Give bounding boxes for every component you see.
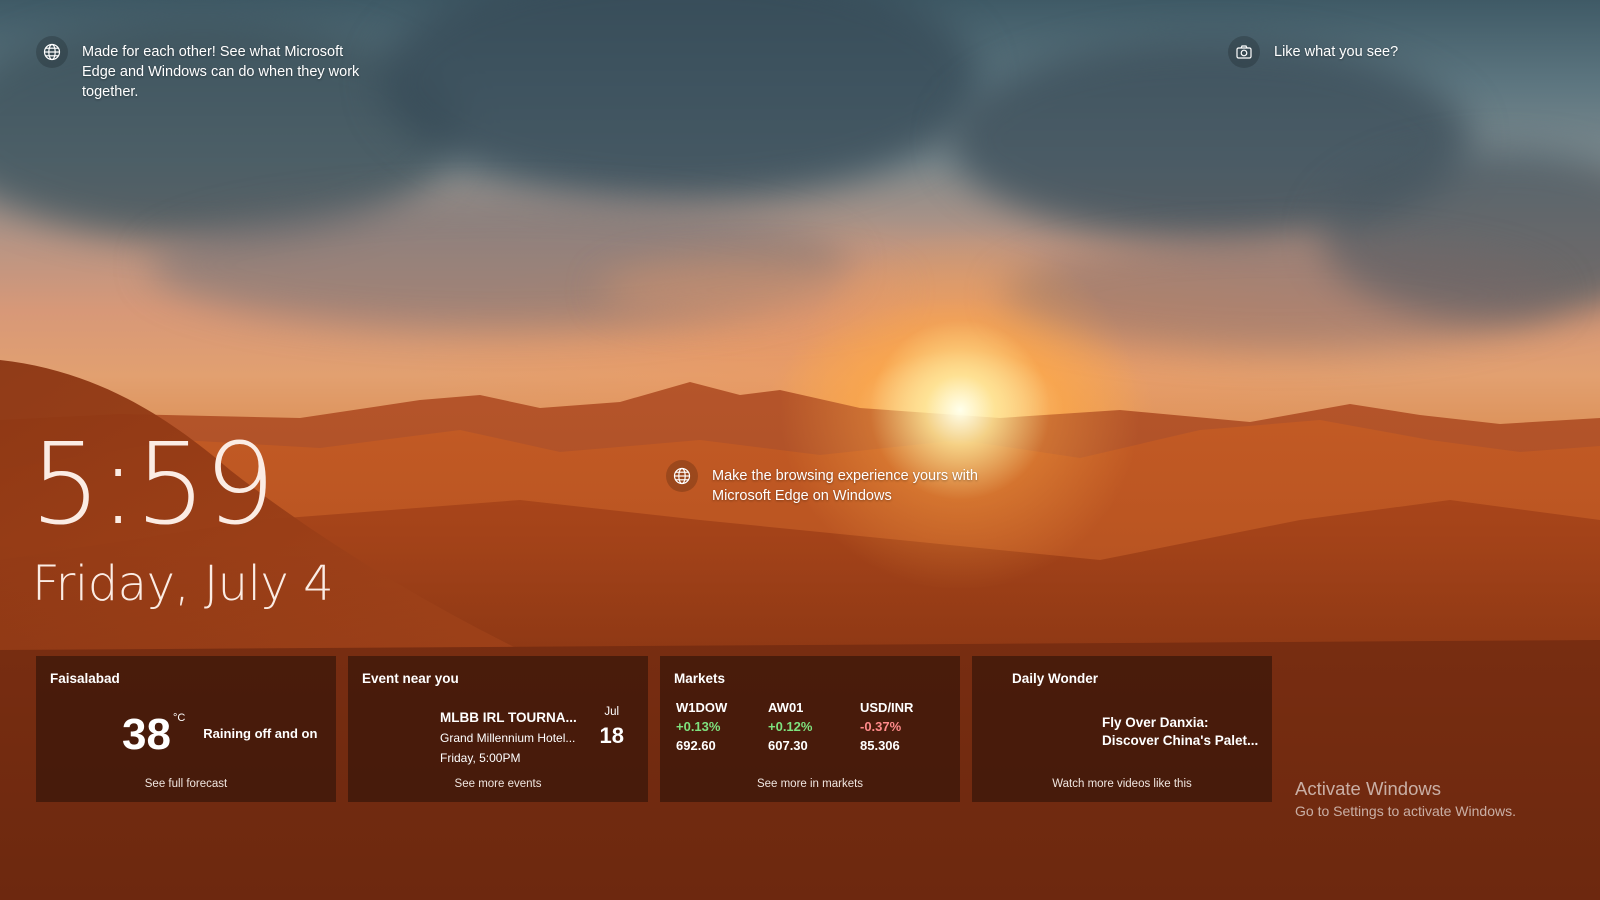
market-value: 692.60 xyxy=(676,738,716,753)
see-full-forecast-link[interactable]: See full forecast xyxy=(36,778,336,790)
weather-temperature: 38 xyxy=(122,710,171,759)
event-card[interactable]: Event near you MLBB IRL TOURNA... Grand … xyxy=(348,656,648,802)
markets-card-title: Markets xyxy=(674,671,726,686)
daily-wonder-title: Daily Wonder xyxy=(1012,671,1099,686)
see-more-events-link[interactable]: See more events xyxy=(348,778,648,790)
markets-card[interactable]: Markets W1DOW +0.13% 692.60 AW01 +0.12% … xyxy=(660,656,960,802)
weather-unit: °C xyxy=(172,712,186,724)
clock-date: Friday, July 4 xyxy=(32,556,334,612)
markets-list: W1DOW +0.13% 692.60 AW01 +0.12% 607.30 U… xyxy=(676,698,952,755)
market-item: W1DOW +0.13% 692.60 xyxy=(676,698,768,755)
event-month: Jul xyxy=(604,706,620,718)
market-value: 607.30 xyxy=(768,738,808,753)
clock-time: 5:59 xyxy=(30,420,276,550)
globe-icon xyxy=(36,36,68,68)
market-change: +0.12% xyxy=(768,719,813,734)
weather-row: 38 °C Raining off and on xyxy=(122,710,317,760)
event-venue: Grand Millennium Hotel... xyxy=(440,731,576,745)
market-item: USD/INR -0.37% 85.306 xyxy=(860,698,952,755)
event-date-badge: Jul 18 xyxy=(600,704,624,752)
tip-text: Made for each other! See what Microsoft … xyxy=(82,44,360,100)
tip-text: Like what you see? xyxy=(1274,44,1399,60)
event-time: Friday, 5:00PM xyxy=(440,751,521,765)
event-day: 18 xyxy=(599,723,624,748)
market-symbol: USD/INR xyxy=(860,700,914,715)
daily-wonder-video-title: Fly Over Danxia: Discover China's Palet.… xyxy=(1102,715,1259,748)
browsing-experience-tip[interactable]: Make the browsing experience yours with … xyxy=(666,460,992,506)
globe-icon xyxy=(666,460,698,492)
weather-condition: Raining off and on xyxy=(203,726,318,741)
market-change: +0.13% xyxy=(676,719,721,734)
watch-more-videos-link[interactable]: Watch more videos like this xyxy=(972,778,1272,790)
edge-windows-tip[interactable]: Made for each other! See what Microsoft … xyxy=(36,36,362,102)
camera-icon xyxy=(1228,36,1260,68)
daily-wonder-card[interactable]: Daily Wonder Fly Over Danxia: Discover C… xyxy=(972,656,1272,802)
event-details: MLBB IRL TOURNA... Grand Millennium Hote… xyxy=(440,708,577,768)
activate-windows-heading: Activate Windows xyxy=(1295,778,1441,799)
see-more-in-markets-link[interactable]: See more in markets xyxy=(660,778,960,790)
activate-windows-subtext: Go to Settings to activate Windows. xyxy=(1295,803,1516,819)
market-symbol: W1DOW xyxy=(676,700,728,715)
weather-location: Faisalabad xyxy=(50,671,120,686)
market-item: AW01 +0.12% 607.30 xyxy=(768,698,860,755)
event-card-title: Event near you xyxy=(362,671,459,686)
like-what-you-see-tip[interactable]: Like what you see? xyxy=(1228,36,1399,68)
activate-windows-watermark: Activate Windows Go to Settings to activ… xyxy=(1295,777,1516,821)
tip-text: Make the browsing experience yours with … xyxy=(712,468,978,504)
event-name: MLBB IRL TOURNA... xyxy=(440,710,577,725)
market-symbol: AW01 xyxy=(768,700,804,715)
market-value: 85.306 xyxy=(860,738,900,753)
weather-card[interactable]: Faisalabad 38 °C Raining off and on See … xyxy=(36,656,336,802)
market-change: -0.37% xyxy=(860,719,902,734)
